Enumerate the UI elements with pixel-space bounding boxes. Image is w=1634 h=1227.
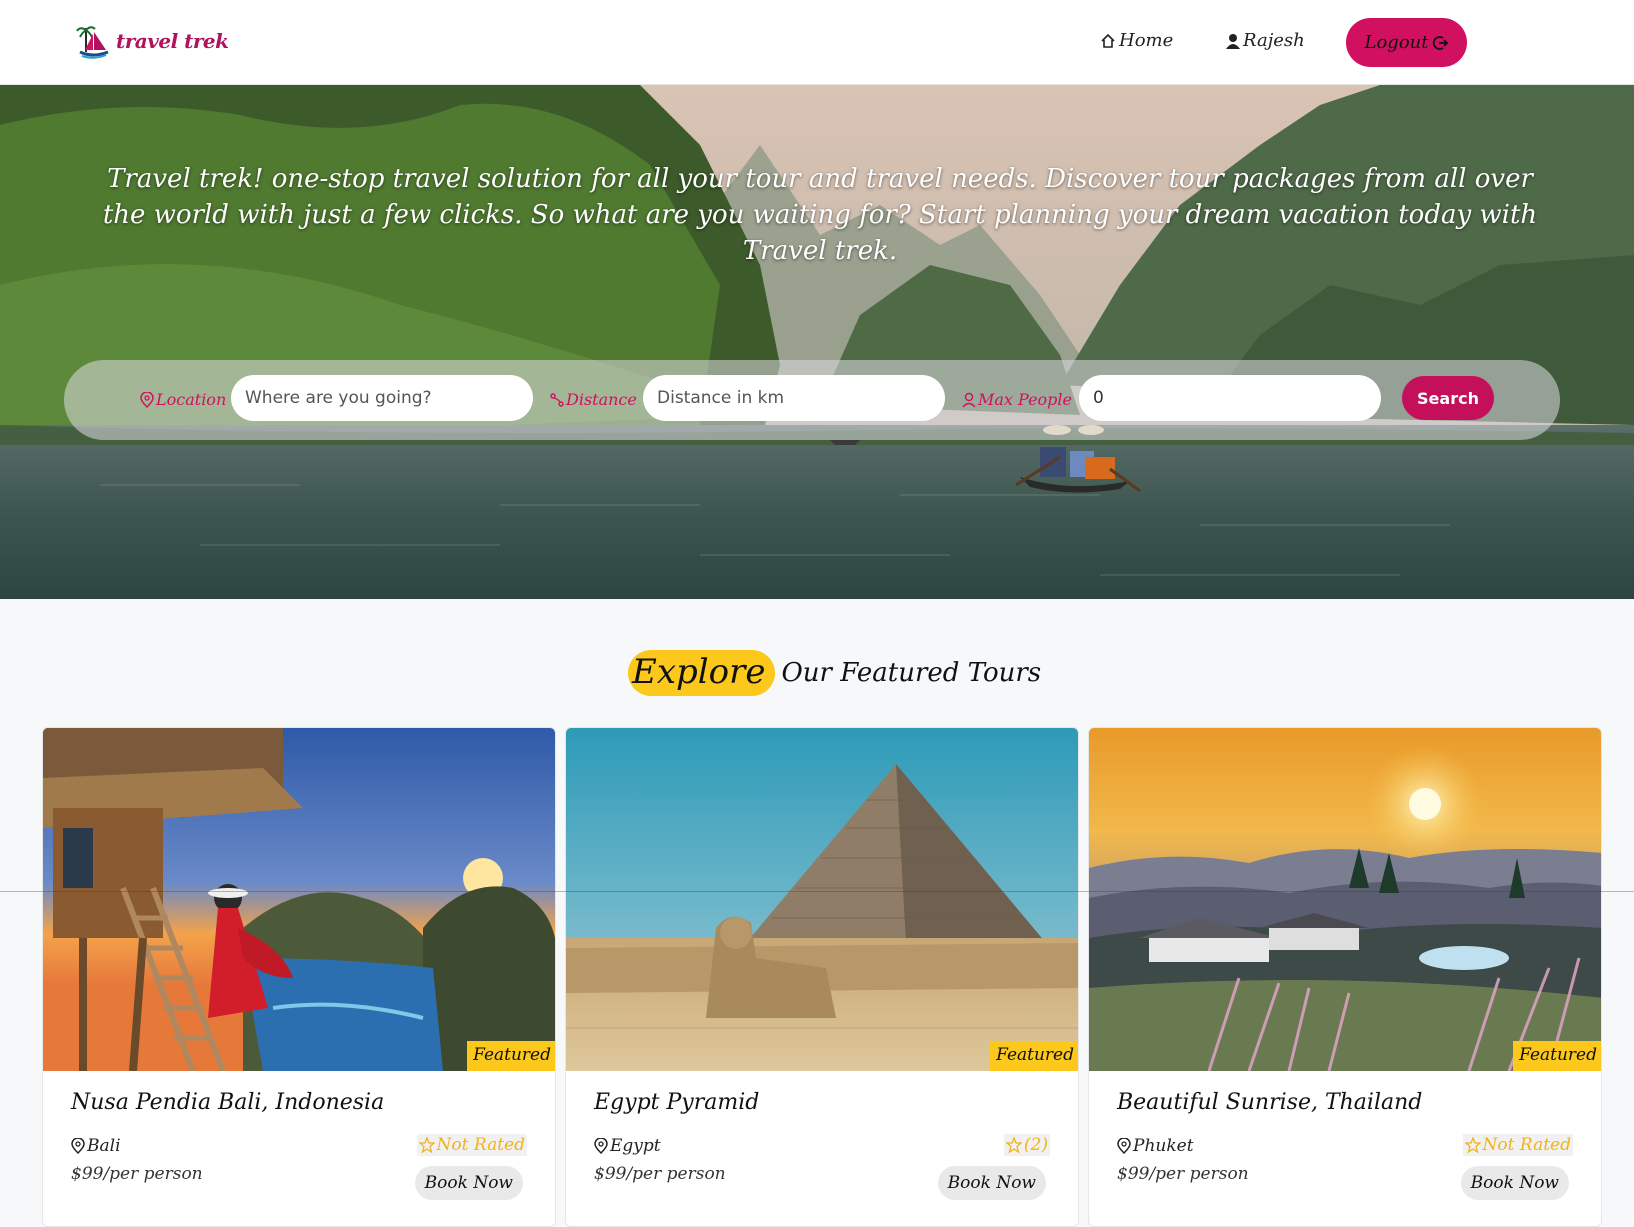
tour-location-text: Bali xyxy=(87,1136,121,1156)
tour-location: Phuket xyxy=(1117,1136,1194,1156)
tour-location: Bali xyxy=(71,1136,121,1156)
tour-card[interactable]: Featured Beautiful Sunrise, Thailand Phu… xyxy=(1088,727,1602,1227)
book-now-button[interactable]: Book Now xyxy=(937,1166,1046,1200)
logout-icon xyxy=(1433,35,1449,50)
tour-image[interactable]: Featured xyxy=(1089,728,1601,1071)
max-people-input[interactable] xyxy=(1079,375,1381,421)
section-title-rest: Our Featured Tours xyxy=(781,658,1042,688)
egypt-pyramid-image xyxy=(566,728,1078,1071)
tour-rating: (2) xyxy=(1003,1134,1050,1156)
location-pin-icon xyxy=(140,391,154,408)
location-pin-icon xyxy=(1117,1138,1131,1154)
nav-user[interactable]: Rajesh xyxy=(1226,30,1305,51)
section-title-highlight: Explore xyxy=(628,650,776,696)
tour-title[interactable]: Nusa Pendia Bali, Indonesia xyxy=(71,1090,384,1115)
people-label-text: Max People xyxy=(978,390,1073,409)
hero-tagline: Travel trek! one-stop travel solution fo… xyxy=(102,164,1538,266)
navbar: travel trek Home Rajesh Logout xyxy=(0,0,1634,85)
user-icon xyxy=(1226,33,1240,49)
tour-title[interactable]: Beautiful Sunrise, Thailand xyxy=(1117,1090,1422,1115)
distance-input[interactable] xyxy=(643,375,945,421)
tour-price: $99/per person xyxy=(1117,1164,1249,1184)
tour-title[interactable]: Egypt Pyramid xyxy=(594,1090,759,1115)
location-label-text: Location xyxy=(156,390,227,409)
tour-image[interactable]: Featured xyxy=(43,728,555,1071)
tour-price: $99/per person xyxy=(594,1164,726,1184)
search-button[interactable]: Search xyxy=(1402,376,1494,420)
featured-badge: Featured xyxy=(1513,1041,1601,1071)
logo-icon xyxy=(76,26,109,59)
tour-card[interactable]: Featured Nusa Pendia Bali, Indonesia Bal… xyxy=(42,727,556,1227)
tour-price: $99/per person xyxy=(71,1164,203,1184)
logout-button[interactable]: Logout xyxy=(1346,18,1467,67)
tour-location-text: Phuket xyxy=(1133,1136,1194,1156)
tour-rating-text: (2) xyxy=(1023,1135,1048,1155)
distance-icon xyxy=(550,392,564,407)
distance-label-text: Distance xyxy=(566,390,637,409)
location-pin-icon xyxy=(594,1138,608,1154)
tour-location-text: Egypt xyxy=(610,1136,661,1156)
tour-rating: Not Rated xyxy=(416,1134,527,1156)
search-bar: Location Distance Max People Search xyxy=(64,360,1560,440)
book-now-button[interactable]: Book Now xyxy=(1460,1166,1569,1200)
location-label: Location xyxy=(140,390,226,409)
hero-banner: Travel trek! one-stop travel solution fo… xyxy=(0,85,1634,599)
star-icon xyxy=(1005,1137,1022,1153)
people-label: Max People xyxy=(962,390,1072,409)
tour-image[interactable]: Featured xyxy=(566,728,1078,1071)
bali-treehouse-image xyxy=(43,728,555,1071)
featured-badge: Featured xyxy=(467,1041,555,1071)
tour-rating-text: Not Rated xyxy=(436,1135,525,1155)
logout-label: Logout xyxy=(1364,32,1429,53)
distance-label: Distance xyxy=(550,390,637,409)
logo[interactable]: travel trek xyxy=(76,22,229,60)
section-title: Explore Our Featured Tours xyxy=(628,650,1041,696)
tour-rating-text: Not Rated xyxy=(1482,1135,1571,1155)
tour-rating: Not Rated xyxy=(1462,1134,1573,1156)
home-icon xyxy=(1101,33,1115,48)
book-now-button[interactable]: Book Now xyxy=(414,1166,523,1200)
nav-user-label: Rajesh xyxy=(1243,30,1305,51)
location-input[interactable] xyxy=(231,375,533,421)
star-icon xyxy=(1464,1137,1481,1153)
nav-home-label: Home xyxy=(1119,30,1174,51)
location-pin-icon xyxy=(71,1138,85,1154)
people-icon xyxy=(962,392,976,407)
divider-line xyxy=(0,891,1634,892)
thailand-sunrise-image xyxy=(1089,728,1601,1071)
featured-badge: Featured xyxy=(990,1041,1078,1071)
tour-card[interactable]: Featured Egypt Pyramid Egypt (2) $99/per… xyxy=(565,727,1079,1227)
star-icon xyxy=(418,1137,435,1153)
logo-text: travel trek xyxy=(116,29,229,53)
nav-home[interactable]: Home xyxy=(1100,30,1173,51)
tour-location: Egypt xyxy=(594,1136,661,1156)
